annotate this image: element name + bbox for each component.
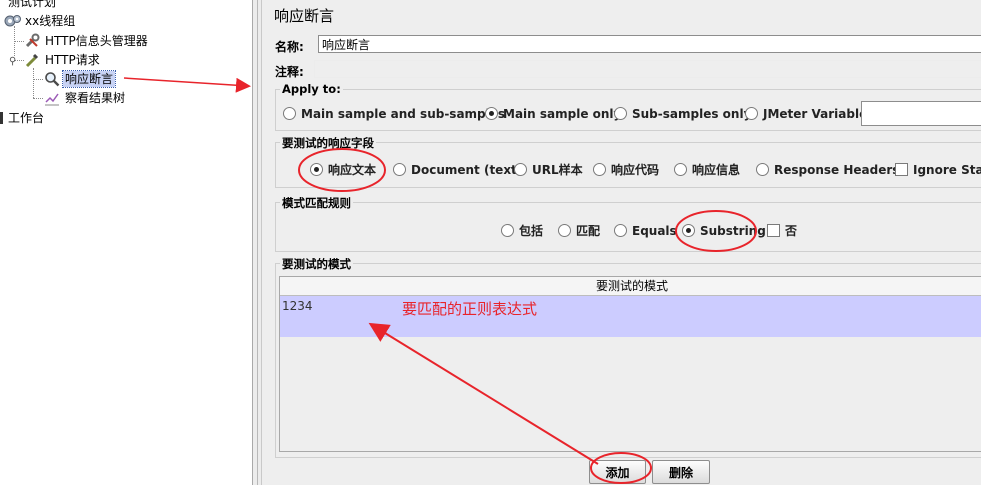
name-label: 名称:: [275, 40, 304, 54]
radio-sub-only[interactable]: Sub-samples only: [614, 106, 751, 122]
gears-icon: [4, 13, 21, 29]
radio-contains[interactable]: 包括: [501, 223, 543, 239]
radio-substring[interactable]: Substring: [682, 223, 766, 239]
jmeter-variable-field[interactable]: [861, 101, 981, 126]
radio-dot-icon: [310, 163, 323, 176]
ignore-status-checkbox[interactable]: Ignore Status: [895, 162, 981, 178]
wrench-icon: [24, 33, 40, 49]
patterns-title: 要测试的模式: [280, 256, 353, 272]
radio-main-only[interactable]: Main sample only: [485, 106, 621, 122]
magnifier-icon: [44, 71, 60, 87]
radio-dot-icon: [614, 107, 627, 120]
pipette-icon: [24, 52, 40, 68]
radio-document-text[interactable]: Document (text): [393, 162, 522, 178]
radio-label: 响应文本: [328, 163, 377, 177]
radio-dot-icon: [283, 107, 296, 120]
radio-main-and-sub[interactable]: Main sample and sub-samples: [283, 106, 505, 122]
radio-dot-icon: [674, 163, 687, 176]
not-checkbox[interactable]: 否: [767, 223, 797, 239]
comment-field[interactable]: [314, 60, 981, 78]
expand-toggle-icon[interactable]: ⚲: [9, 56, 16, 67]
radio-matches[interactable]: 匹配: [558, 223, 600, 239]
tree-node-label: 工作台: [8, 111, 45, 125]
radio-label: 响应信息: [692, 163, 741, 177]
panel-title: 响应断言: [274, 7, 335, 25]
tree-node-label: 测试计划: [8, 0, 57, 9]
radio-url-sample[interactable]: URL样本: [514, 162, 583, 178]
tree-node-label: 响应断言: [61, 70, 117, 88]
radio-dot-icon: [485, 107, 498, 120]
tree-connector: [33, 98, 43, 99]
assertion-panel: 响应断言 名称: 响应断言 注释: Apply to: Main sample …: [262, 0, 981, 485]
test-plan-tree: 测试计划 xx线程组 HTTP信息头管理器 HTTP请求 ⚲ 响应断言 察看结果…: [0, 0, 252, 485]
radio-dot-icon: [756, 163, 769, 176]
delete-button[interactable]: 删除: [652, 460, 710, 484]
tree-node-label: HTTP请求: [45, 53, 100, 67]
name-field[interactable]: 响应断言: [318, 35, 981, 53]
radio-label: 匹配: [576, 224, 601, 238]
radio-equals[interactable]: Equals: [614, 223, 677, 239]
radio-response-message[interactable]: 响应信息: [674, 162, 740, 178]
tree-connector: [33, 68, 34, 98]
radio-dot-icon: [745, 107, 758, 120]
checkbox-label: 否: [785, 224, 798, 238]
radio-label: Document (text): [411, 163, 523, 177]
splitter[interactable]: [252, 0, 262, 485]
radio-dot-icon: [614, 224, 627, 237]
tree-node-label: xx线程组: [25, 14, 76, 28]
radio-dot-icon: [514, 163, 527, 176]
pattern-rules-title: 模式匹配规则: [280, 195, 353, 211]
apply-to-title: Apply to:: [280, 82, 343, 96]
patterns-column-header[interactable]: 要测试的模式: [280, 277, 981, 296]
response-field-title: 要测试的响应字段: [280, 135, 376, 151]
radio-jmeter-variable[interactable]: JMeter Variable: [745, 106, 867, 122]
radio-label: Equals: [632, 224, 677, 238]
radio-label: Main sample and sub-samples: [301, 107, 506, 121]
table-row[interactable]: 1234: [280, 296, 981, 337]
radio-dot-icon: [558, 224, 571, 237]
radio-label: Main sample only: [503, 107, 622, 121]
radio-dot-icon: [393, 163, 406, 176]
comment-label: 注释:: [275, 65, 304, 79]
annotation-regex-note: 要匹配的正则表达式: [402, 300, 538, 318]
chart-icon: [44, 90, 60, 106]
radio-response-headers[interactable]: Response Headers: [756, 162, 899, 178]
radio-label: Substring: [700, 224, 766, 238]
checkbox-label: Ignore Status: [913, 163, 981, 177]
radio-label: URL样本: [532, 163, 583, 177]
tree-node-label: 察看结果树: [65, 91, 126, 105]
radio-dot-icon: [593, 163, 606, 176]
radio-label: 包括: [519, 224, 544, 238]
checkbox-icon: [767, 224, 780, 237]
checkbox-icon: [895, 163, 908, 176]
tree-connector: [33, 79, 43, 80]
radio-label: Sub-samples only: [632, 107, 752, 121]
radio-response-text[interactable]: 响应文本: [310, 162, 376, 178]
radio-dot-icon: [682, 224, 695, 237]
patterns-table[interactable]: 要测试的模式 1234: [279, 276, 981, 452]
radio-response-code[interactable]: 响应代码: [593, 162, 659, 178]
tree-connector: [14, 41, 24, 42]
radio-label: JMeter Variable: [763, 107, 868, 121]
tree-node-label: HTTP信息头管理器: [45, 34, 148, 48]
radio-dot-icon: [501, 224, 514, 237]
radio-label: Response Headers: [774, 163, 900, 177]
add-button[interactable]: 添加: [589, 460, 646, 484]
radio-label: 响应代码: [611, 163, 660, 177]
